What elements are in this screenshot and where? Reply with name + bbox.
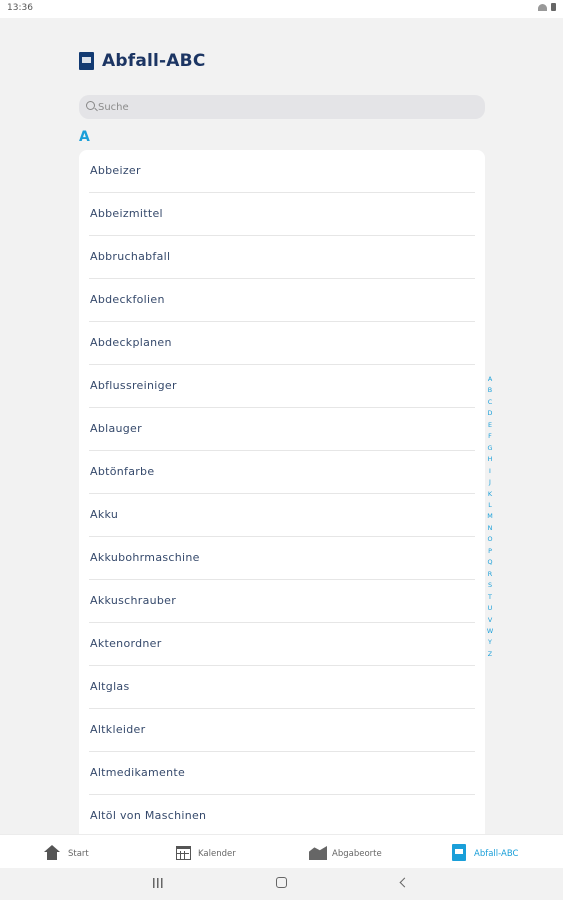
list-item-label: Akkubohrmaschine — [90, 551, 200, 564]
alphabet-index[interactable]: A B C D E F G H I J K L M N O P Q R S T … — [485, 374, 495, 660]
index-letter[interactable]: Y — [488, 637, 492, 648]
index-letter[interactable]: N — [488, 523, 493, 534]
status-bar: 13:36 — [0, 0, 563, 18]
list-item[interactable]: Akkubohrmaschine — [89, 537, 475, 580]
status-time: 13:36 — [7, 3, 33, 13]
search-icon — [86, 101, 95, 110]
list-item[interactable]: Abflussreiniger — [89, 365, 475, 408]
index-letter[interactable]: M — [487, 511, 493, 522]
list-item[interactable]: Abdeckfolien — [89, 279, 475, 322]
search-input[interactable] — [98, 98, 478, 116]
bottom-navigation: Start Kalender Abgabeorte Abfall-ABC — [0, 834, 563, 868]
index-letter[interactable]: L — [488, 500, 492, 511]
nav-abgabeorte-label: Abgabeorte — [332, 849, 382, 859]
index-letter[interactable]: K — [488, 489, 492, 500]
list-item[interactable]: Abbruchabfall — [89, 236, 475, 279]
status-icons — [538, 3, 556, 11]
search-bar[interactable] — [79, 95, 485, 119]
index-letter[interactable]: R — [488, 569, 492, 580]
list-item-label: Altglas — [90, 680, 130, 693]
index-letter[interactable]: T — [488, 592, 492, 603]
back-icon[interactable] — [399, 877, 410, 888]
list-item-label: Abflussreiniger — [90, 379, 177, 392]
calendar-icon — [176, 846, 191, 860]
list-item[interactable]: Akku — [89, 494, 475, 537]
index-letter[interactable]: C — [488, 397, 492, 408]
list-item-label: Altöl von Maschinen — [90, 809, 207, 822]
index-letter[interactable]: Z — [488, 649, 492, 660]
index-letter[interactable]: J — [489, 477, 491, 488]
header: Abfall-ABC — [0, 18, 563, 130]
index-letter[interactable]: F — [488, 431, 492, 442]
list-item[interactable]: Altöl von Maschinen — [89, 795, 475, 834]
abc-book-icon — [452, 844, 466, 861]
system-navigation-bar — [0, 868, 563, 900]
index-letter[interactable]: Q — [487, 557, 492, 568]
index-letter[interactable]: I — [489, 466, 491, 477]
nav-abfall-abc[interactable]: Abfall-ABC — [420, 835, 563, 869]
list-item[interactable]: Altglas — [89, 666, 475, 709]
home-icon — [44, 845, 60, 860]
app-logo-icon — [79, 52, 94, 70]
nav-start[interactable]: Start — [0, 835, 140, 869]
list-item-label: Akku — [90, 508, 119, 521]
index-letter[interactable]: U — [488, 603, 493, 614]
list-item[interactable]: Abdeckplanen — [89, 322, 475, 365]
index-letter[interactable]: B — [488, 385, 492, 396]
recent-apps-icon[interactable] — [153, 878, 163, 888]
section-header-letter: A — [79, 129, 90, 145]
index-letter[interactable]: G — [488, 443, 493, 454]
list-item-label: Abbruchabfall — [90, 250, 171, 263]
index-letter[interactable]: E — [488, 420, 492, 431]
list-item[interactable]: Abbeizer — [89, 150, 475, 193]
index-letter[interactable]: V — [488, 615, 492, 626]
home-button-icon[interactable] — [276, 877, 287, 888]
list-item[interactable]: Akkuschrauber — [89, 580, 475, 623]
list-item-label: Altkleider — [90, 723, 146, 736]
index-letter[interactable]: H — [488, 454, 493, 465]
list-item[interactable]: Aktenordner — [89, 623, 475, 666]
index-letter[interactable]: D — [488, 408, 493, 419]
nav-abgabeorte[interactable]: Abgabeorte — [280, 835, 420, 869]
battery-icon — [551, 3, 556, 11]
nav-start-label: Start — [68, 849, 89, 859]
index-letter[interactable]: O — [487, 534, 492, 545]
drop-off-places-icon — [309, 846, 327, 860]
list-item-label: Abdeckplanen — [90, 336, 172, 349]
list-item-label: Ablauger — [90, 422, 142, 435]
waste-item-list: Abbeizer Abbeizmittel Abbruchabfall Abde… — [79, 150, 485, 834]
list-item-label: Abtönfarbe — [90, 465, 155, 478]
list-item-label: Altmedikamente — [90, 766, 186, 779]
list-item-label: Akkuschrauber — [90, 594, 177, 607]
list-item[interactable]: Altkleider — [89, 709, 475, 752]
index-letter[interactable]: A — [488, 374, 492, 385]
index-letter[interactable]: S — [488, 580, 492, 591]
wifi-icon — [538, 3, 547, 11]
list-item[interactable]: Altmedikamente — [89, 752, 475, 795]
list-item-label: Abbeizmittel — [90, 207, 163, 220]
list-item[interactable]: Ablauger — [89, 408, 475, 451]
list-item-label: Abdeckfolien — [90, 293, 165, 306]
nav-kalender-label: Kalender — [198, 849, 236, 859]
page-title: Abfall-ABC — [102, 51, 206, 71]
index-letter[interactable]: W — [487, 626, 493, 637]
list-item-label: Aktenordner — [90, 637, 162, 650]
list-item[interactable]: Abbeizmittel — [89, 193, 475, 236]
list-item-label: Abbeizer — [90, 164, 141, 177]
nav-kalender[interactable]: Kalender — [140, 835, 280, 869]
index-letter[interactable]: P — [488, 546, 492, 557]
nav-abfall-abc-label: Abfall-ABC — [474, 849, 519, 859]
list-item[interactable]: Abtönfarbe — [89, 451, 475, 494]
